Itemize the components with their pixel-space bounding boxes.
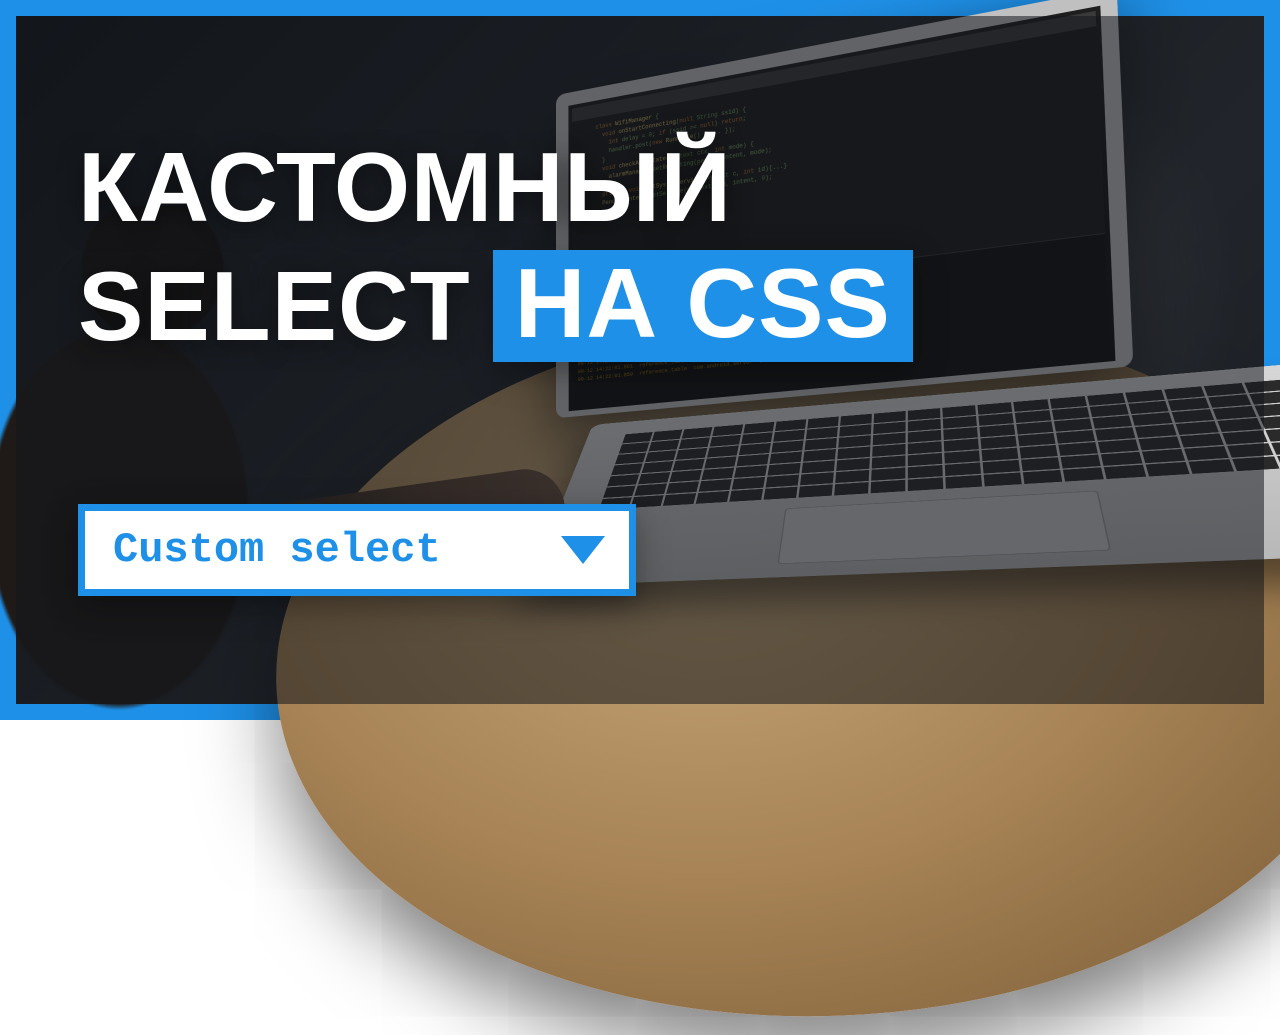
chevron-down-icon	[561, 536, 605, 564]
headline-line1: КАСТОМНЫЙ	[78, 138, 913, 236]
headline: КАСТОМНЫЙ SELECT НА CSS	[78, 138, 913, 362]
headline-line2-plain: SELECT	[78, 257, 471, 355]
custom-select[interactable]: Custom select	[78, 504, 636, 596]
thumbnail-frame: class WifiManager { void onStartConnecti…	[0, 0, 1280, 720]
headline-line2-highlight: НА CSS	[493, 250, 913, 362]
headline-line2: SELECT НА CSS	[78, 250, 913, 362]
select-label: Custom select	[113, 526, 441, 574]
